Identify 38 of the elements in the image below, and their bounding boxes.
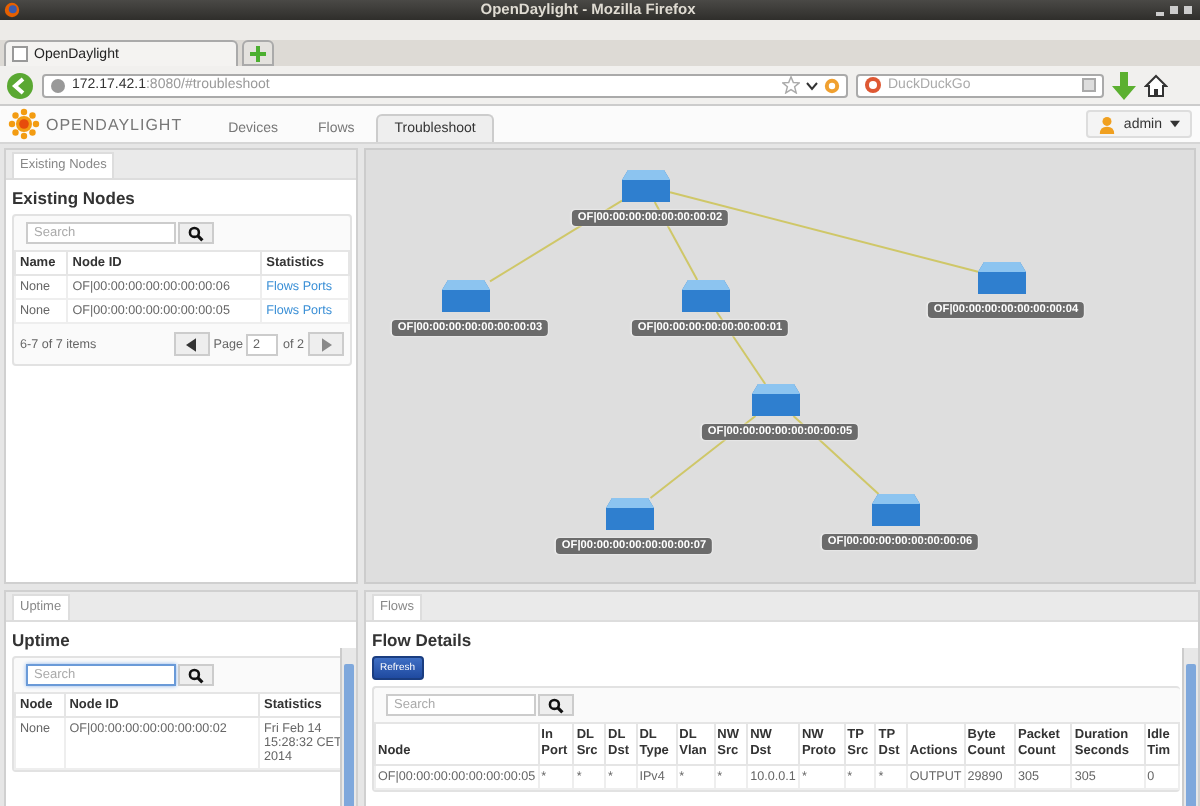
switch-icon[interactable] — [752, 384, 800, 416]
home-icon[interactable] — [1144, 73, 1168, 97]
left-arrow-icon — [186, 337, 197, 351]
panel-title: Uptime — [12, 630, 70, 650]
search-button[interactable] — [178, 222, 214, 244]
search-icon[interactable] — [1082, 78, 1096, 92]
search-button[interactable] — [178, 664, 214, 686]
star-icon[interactable] — [782, 76, 800, 94]
close-button[interactable] — [1184, 5, 1192, 13]
right-arrow-icon — [321, 337, 331, 351]
switch-icon[interactable] — [606, 498, 654, 530]
switch-icon[interactable] — [682, 280, 730, 312]
page-icon — [12, 46, 28, 62]
back-button[interactable] — [6, 71, 34, 99]
search-icon — [188, 225, 204, 241]
search-button[interactable] — [538, 694, 574, 716]
panel-title: Flow Details — [372, 630, 472, 650]
previous-page-button[interactable] — [173, 332, 210, 356]
scrollbar[interactable] — [340, 648, 356, 806]
search-icon — [548, 697, 564, 713]
minimize-button[interactable] — [1156, 11, 1164, 15]
switch-icon[interactable] — [978, 262, 1026, 294]
next-page-button[interactable] — [308, 332, 344, 356]
browser-icon — [4, 2, 20, 18]
switch-icon[interactable] — [442, 280, 490, 312]
scrollbar[interactable] — [1182, 648, 1198, 806]
caret-icon — [1170, 120, 1180, 128]
logo-text: OPENDAYLIGHT — [46, 115, 183, 133]
panel-title: Existing Nodes — [12, 188, 135, 208]
new-tab-button[interactable] — [242, 40, 274, 66]
search-icon — [188, 667, 204, 683]
plus-icon — [250, 45, 266, 61]
sun-logo-icon — [8, 108, 40, 140]
switch-icon[interactable] — [872, 494, 920, 526]
switch-icon[interactable] — [622, 170, 670, 202]
caret-icon[interactable] — [806, 79, 818, 91]
maximize-button[interactable] — [1170, 5, 1178, 13]
user-icon — [1097, 115, 1116, 133]
